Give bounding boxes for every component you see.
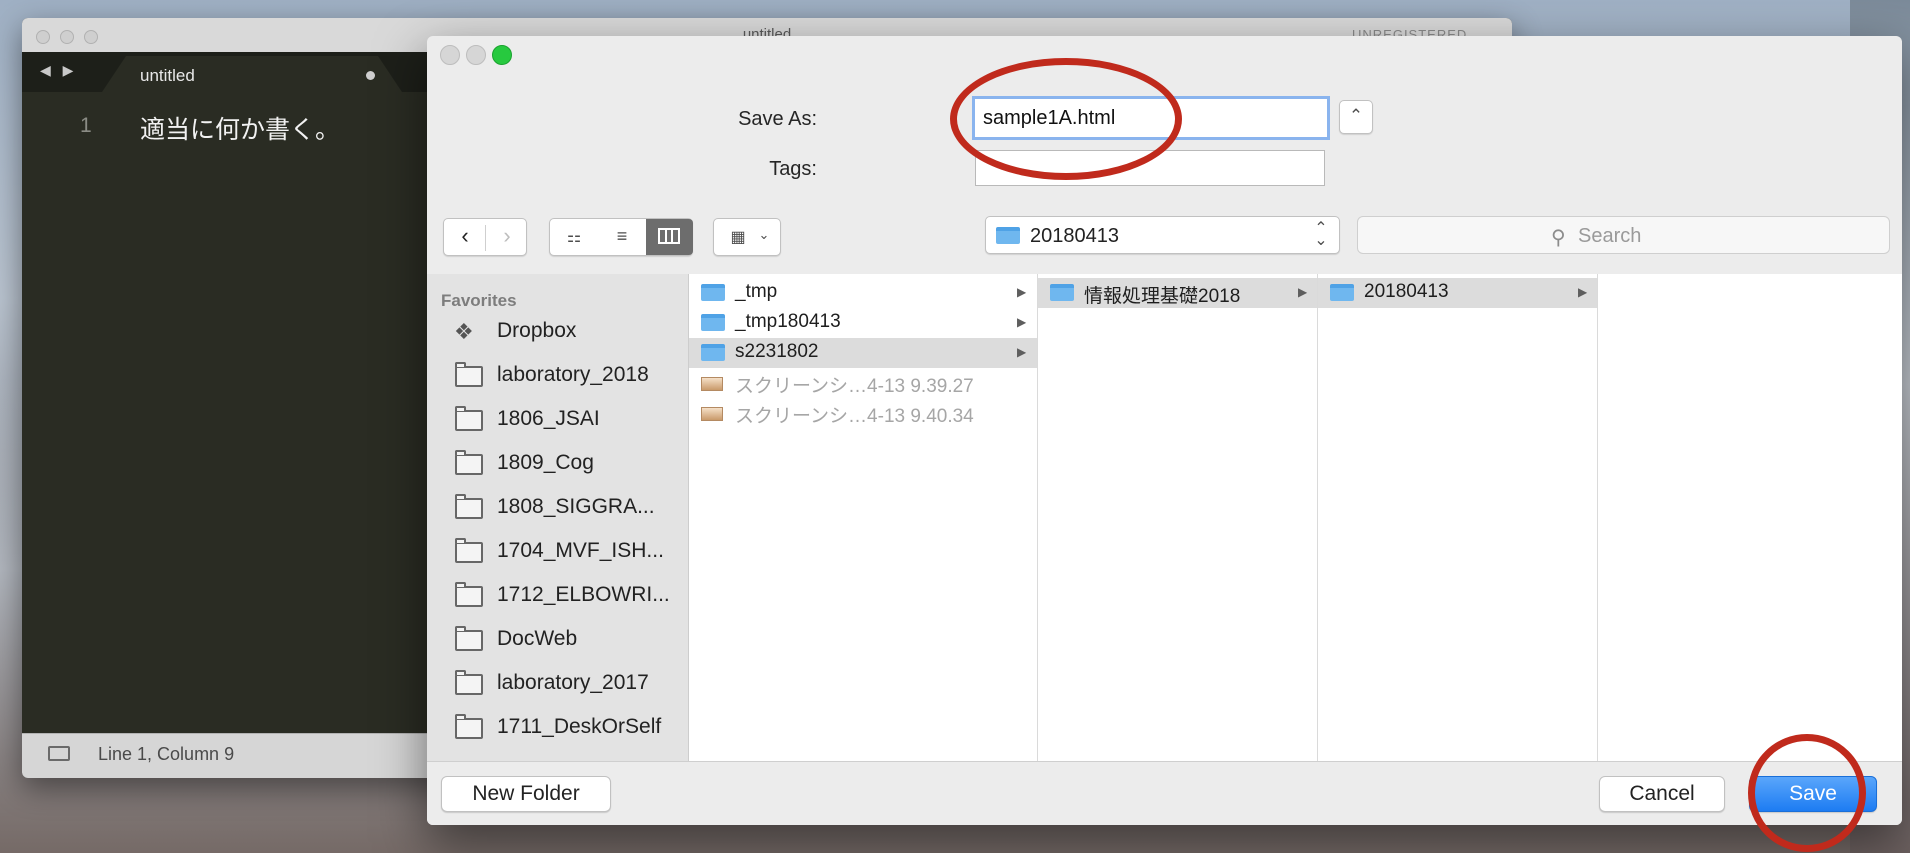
updown-chevron-icon: ⌃ ⌄ [1314,220,1328,249]
disclosure-arrow-icon: ▶ [1298,285,1308,299]
disclosure-arrow-icon: ▶ [1578,285,1588,299]
column-view-button[interactable] [646,219,693,255]
folder-icon [455,582,483,607]
sidebar-item-docweb[interactable]: DocWeb [427,620,689,660]
sidebar-item-label: laboratory_2018 [497,363,649,386]
sidebar-item-label: 1806_JSAI [497,407,600,430]
sidebar-item-dropbox[interactable]: ❖ Dropbox [427,312,689,352]
browser-column-2 [1038,274,1318,761]
sidebar-item-label: 1712_ELBOWRI... [497,583,670,606]
disclosure-arrow-icon: ▶ [1017,285,1027,299]
folder-icon [1330,284,1354,301]
panel-toggle-icon[interactable] [48,746,70,761]
image-file-icon [701,407,723,421]
sidebar-item-1711-deskorself[interactable]: 1711_DeskOrSelf [427,708,689,748]
folder-icon [701,344,725,361]
location-popup[interactable]: 20180413 ⌃ ⌄ [985,216,1340,254]
column-view-icon [658,228,680,244]
tab-label: untitled [140,66,195,85]
sidebar-item-label: 1808_SIGGRA... [497,495,655,518]
list-item-label: s2231802 [735,341,819,362]
annotation-ring-filename [950,58,1182,180]
browser-column-3 [1318,274,1598,761]
sidebar-item-1806-jsai[interactable]: 1806_JSAI [427,400,689,440]
browser-column-4 [1598,274,1902,761]
folder-icon [455,670,483,695]
sidebar-item-1808-siggra[interactable]: 1808_SIGGRA... [427,488,689,528]
dropbox-icon: ❖ [454,319,474,344]
chevron-down-icon: ⌄ [758,227,770,242]
list-item-screenshot-1[interactable]: スクリーンシ…4-13 9.39.27 [689,368,1037,398]
image-file-icon [701,377,723,391]
chevron-up-icon: ⌃ [1348,106,1364,125]
folder-icon [701,284,725,301]
favorites-header: Favorites [441,291,517,310]
folder-icon [455,406,483,431]
line-number: 1 [80,114,92,137]
list-item-label: 20180413 [1364,281,1449,302]
folder-icon [455,362,483,387]
list-item-jouhou-shori[interactable]: 情報処理基礎2018 ▶ [1038,278,1317,308]
tab-nav-arrows-icon[interactable]: ◀ ▶ [40,62,77,79]
sidebar-item-label: DocWeb [497,627,578,650]
search-icon: ⚲ [1551,227,1566,249]
folder-icon [1050,284,1074,301]
list-item-20180413[interactable]: 20180413 ▶ [1318,278,1597,308]
sidebar-item-label: 1711_DeskOrSelf [497,715,662,738]
save-dialog: Save As: sample1A.html ⌃ Tags: ‹ › ⚏ ≡ ▦… [427,36,1902,825]
sidebar-item-label: laboratory_2017 [497,671,649,694]
back-forward-control: ‹ › [443,218,527,256]
list-item-label: スクリーンシ…4-13 9.40.34 [735,406,974,427]
sidebar-item-1704-mvf-ish[interactable]: 1704_MVF_ISH... [427,532,689,572]
list-item-label: 情報処理基礎2018 [1084,286,1241,307]
sidebar-item-1712-elbowri[interactable]: 1712_ELBOWRI... [427,576,689,616]
list-item-label: _tmp [735,281,778,302]
list-item-tmp[interactable]: _tmp ▶ [689,278,1037,308]
folder-icon [455,494,483,519]
sidebar-item-label: 1809_Cog [497,451,594,474]
sidebar-item-laboratory-2018[interactable]: laboratory_2018 [427,356,689,396]
annotation-ring-save [1748,734,1866,852]
location-popup-label: 20180413 [1030,225,1119,247]
sidebar-item-1809-cog[interactable]: 1809_Cog [427,444,689,484]
folder-icon [701,314,725,331]
folder-icon [455,538,483,563]
search-field[interactable]: ⚲ Search [1357,216,1890,254]
sidebar-item-label: Dropbox [497,319,577,342]
sidebar-item-laboratory-2017[interactable]: laboratory_2017 [427,664,689,704]
back-icon[interactable]: ‹ [444,223,486,249]
folder-icon [455,450,483,475]
list-item-label: スクリーンシ…4-13 9.39.27 [735,376,974,397]
expand-collapse-button[interactable]: ⌃ [1339,100,1373,134]
unsaved-dot-icon[interactable] [366,71,375,80]
list-item-screenshot-2[interactable]: スクリーンシ…4-13 9.40.34 [689,398,1037,428]
folder-icon [455,714,483,739]
list-view-icon[interactable]: ≡ [598,226,646,247]
dialog-close-button[interactable] [440,45,460,65]
code-text[interactable]: 適当に何か書く。 [140,110,340,146]
list-item-tmp180413[interactable]: _tmp180413 ▶ [689,308,1037,338]
icon-view-icon[interactable]: ⚏ [550,227,598,247]
grid-icon: ▦ [730,229,746,246]
new-folder-button[interactable]: New Folder [441,776,611,812]
disclosure-arrow-icon: ▶ [1017,345,1027,359]
save-as-label: Save As: [738,108,817,130]
tags-label: Tags: [769,158,817,180]
sidebar-item-label: 1704_MVF_ISH... [497,539,664,562]
folder-icon [455,626,483,651]
disclosure-arrow-icon: ▶ [1017,315,1027,329]
list-item-label: _tmp180413 [735,311,841,332]
forward-icon[interactable]: › [486,223,528,249]
view-mode-control: ⚏ ≡ [549,218,693,256]
cursor-position-status: Line 1, Column 9 [98,744,235,764]
folder-icon [996,227,1020,244]
search-placeholder: Search [1578,225,1642,247]
list-item-s2231802[interactable]: s2231802 ▶ [689,338,1037,368]
dialog-zoom-button[interactable] [492,45,512,65]
group-by-button[interactable]: ▦ ⌄ [713,218,781,256]
dialog-minimize-button[interactable] [466,45,486,65]
cancel-button[interactable]: Cancel [1599,776,1725,812]
